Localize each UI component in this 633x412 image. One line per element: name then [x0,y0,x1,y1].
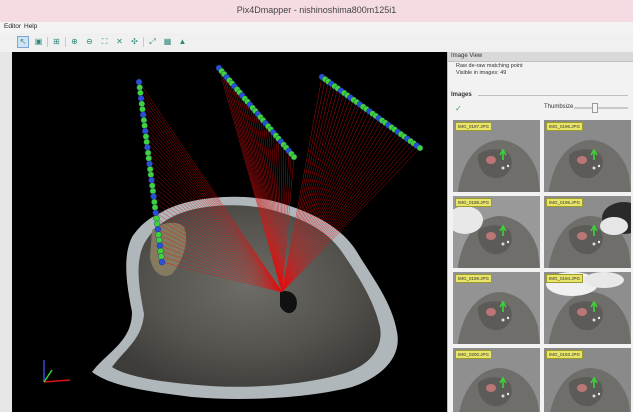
camera-position[interactable] [149,182,156,189]
left-strip [0,52,12,412]
image-thumbnail[interactable]: IMG_0197.JPG [453,120,540,192]
thumbsize-label: Thumbsize [544,104,574,110]
image-thumbnail[interactable]: IMG_0195.JPG [544,196,631,268]
thumbnail-label: IMG_0198.JPG [455,198,493,207]
pix4d-window: Pix4Dmapper - nishinoshima800m125i1 Edit… [0,0,633,412]
window-title: Pix4Dmapper - nishinoshima800m125i1 [236,5,397,15]
camera-position[interactable] [150,193,157,200]
thumbnail-label: IMG_0194.JPG [546,274,584,283]
camera-position[interactable] [139,106,146,113]
camera-position[interactable] [145,155,152,162]
zoom-in-icon[interactable]: ⊕ [69,36,80,47]
axis-gizmo [43,360,71,383]
3d-scene[interactable] [12,52,447,412]
camera-position[interactable] [158,258,166,266]
fit-view-icon[interactable]: ⛶ [99,36,110,47]
thumbnail-label: IMG_0193.JPG [546,350,584,359]
menu-help[interactable]: Help [24,23,37,30]
camera-position[interactable] [154,226,162,233]
thumbsize-slider-track[interactable] [574,107,628,109]
camera-position[interactable] [137,95,145,102]
image-thumbnail[interactable]: IMG_0194.JPG [544,272,631,344]
camera-position[interactable] [146,166,154,173]
menu-editor[interactable]: Editor [4,23,21,30]
camera-position[interactable] [139,111,147,118]
toolbar-separator [47,37,48,47]
thumbnail-label: IMG_0195.JPG [546,198,584,207]
grid-icon[interactable]: ▦ [162,36,173,47]
camera-position[interactable] [156,236,163,244]
image-thumbnail[interactable]: IMG_0193.JPG [544,348,631,412]
section-divider [478,95,628,96]
camera-position[interactable] [151,204,159,211]
check-icon[interactable]: ✓ [455,104,462,113]
panel-header: Image View [448,52,633,62]
menu-bar: Editor Help [0,22,633,33]
camera-position[interactable] [144,144,151,151]
image-thumbnail[interactable]: IMG_0198.JPG [453,196,540,268]
camera-position[interactable] [153,220,161,228]
camera-position[interactable] [138,100,145,108]
image-thumbnail[interactable]: IMG_0196.JPG [544,120,631,192]
toolbar: ↖ ▣ ⊞ ⊕ ⊖ ⛶ ✕ ✣ ⤢ ▦ ▲ [0,33,633,53]
visible-images-count: Visible in images: 49 [456,70,507,76]
images-section-label: Images [451,92,472,98]
thumbsize-slider-handle[interactable] [591,103,598,113]
thumbnail-label: IMG_0199.JPG [455,274,493,283]
thumbnail-label: IMG_0200.JPG [455,350,493,359]
move-icon[interactable]: ✣ [129,36,140,47]
camera-position[interactable] [149,187,157,195]
camera-position[interactable] [144,149,152,157]
camera-position[interactable] [416,144,424,152]
camera-position[interactable] [147,171,155,178]
toolbar-separator [143,37,144,47]
camera-position[interactable] [158,253,165,260]
zoom-out-icon[interactable]: ⊖ [84,36,95,47]
camera-position[interactable] [148,176,155,184]
camera-position[interactable] [141,122,148,129]
image-thumbnail[interactable]: IMG_0200.JPG [453,348,540,412]
camera-position[interactable] [146,160,153,168]
select-icon[interactable]: ↖ [17,36,29,48]
camera-position[interactable] [155,231,162,238]
camera-position[interactable] [153,215,160,222]
camera-position[interactable] [135,78,143,86]
panel-title: Image View [451,53,483,59]
camera-position[interactable] [157,247,164,255]
camera-position[interactable] [143,138,150,146]
camera-position[interactable] [152,209,159,217]
image-view-panel: Image View Raw de-raw matching point Vis… [447,52,633,412]
3d-viewport[interactable] [12,52,447,412]
camera-position[interactable] [136,84,143,91]
camera-position[interactable] [137,89,144,97]
thumbnail-label: IMG_0196.JPG [546,122,584,131]
camera-position[interactable] [140,116,148,124]
expand-icon[interactable]: ⤢ [147,36,158,47]
matching-point-info: Raw de-raw matching point [456,63,523,69]
camera-position[interactable] [142,127,149,135]
thumbnail-grid: IMG_0197.JPG IMG_0196.JPG IMG_0198.JPG IMG_… [453,120,631,412]
image-thumbnail[interactable]: IMG_0199.JPG [453,272,540,344]
camera-position[interactable] [156,242,164,249]
box-icon[interactable]: ▣ [33,36,44,47]
thumbnail-label: IMG_0197.JPG [455,122,493,131]
camera-position[interactable] [142,133,150,140]
layers-icon[interactable]: ⊞ [51,36,62,47]
camera-position[interactable] [290,153,298,161]
title-bar: Pix4Dmapper - nishinoshima800m125i1 [0,0,633,23]
cross-icon[interactable]: ✕ [114,36,125,47]
camera-position[interactable] [151,198,158,206]
up-icon[interactable]: ▲ [177,36,188,47]
toolbar-separator [65,37,66,47]
